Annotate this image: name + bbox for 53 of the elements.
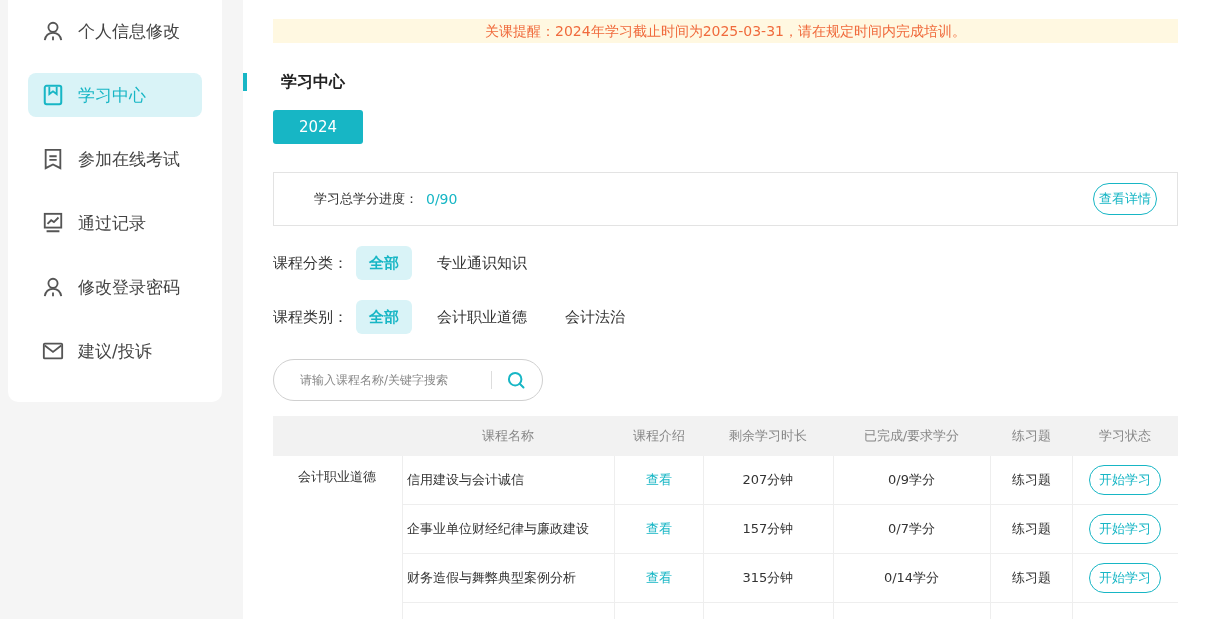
start-button[interactable]: 开始学习 (1089, 465, 1162, 495)
filter-option[interactable]: 专业通识知识 (424, 246, 540, 280)
start-button[interactable]: 开始学习 (1089, 563, 1162, 593)
view-link[interactable]: 查看 (645, 521, 672, 536)
sidebar-item[interactable]: 修改登录密码 (28, 265, 202, 309)
bookmark-icon (42, 84, 64, 106)
table-cell: 0/9学分 (833, 456, 990, 505)
column-header: 练习题 (990, 416, 1072, 456)
view-link[interactable]: 查看 (645, 570, 672, 585)
search-icon[interactable] (506, 370, 526, 390)
sidebar-item[interactable]: 建议/投诉 (28, 329, 202, 373)
chart-monitor-icon (42, 212, 64, 234)
search-field[interactable]: 请输入课程名称/关键字搜索 (273, 359, 543, 401)
table-cell: 会计职业道德 (273, 456, 402, 619)
view-link[interactable]: 查看 (645, 472, 672, 487)
mail-icon (42, 340, 64, 362)
table-cell: 315分钟 (703, 553, 833, 603)
table-cell: 财务造假与舞弊典型案例分析 (402, 553, 614, 603)
column-header: 剩余学习时长 (703, 416, 833, 456)
details-button[interactable]: 查看详情 (1093, 183, 1157, 215)
person-icon (42, 20, 64, 42)
filter-option[interactable]: 会计法治 (552, 300, 638, 334)
filter-option[interactable]: 全部 (356, 300, 412, 334)
progress-label: 学习总学分进度： (314, 190, 418, 208)
column-header: 学习状态 (1072, 416, 1178, 456)
section-title: 学习中心 (281, 71, 345, 93)
filter-option[interactable]: 全部 (356, 246, 412, 280)
table-cell: 0/14学分 (833, 553, 990, 603)
table-cell: 练习题 (990, 553, 1072, 603)
title-accent-bar (243, 73, 247, 91)
year-tab[interactable]: 2024 (273, 110, 363, 144)
progress-value: 0/90 (426, 191, 458, 207)
sidebar-item[interactable]: 参加在线考试 (28, 137, 202, 181)
table-cell: 练习题 (990, 504, 1072, 554)
table-cell: 练习题 (990, 456, 1072, 505)
notice-banner: 关课提醒：2024年学习截止时间为2025-03-31，请在规定时间内完成培训。 (273, 19, 1178, 43)
document-icon (42, 148, 64, 170)
filter-option[interactable]: 会计职业道德 (424, 300, 540, 334)
table-cell: 157分钟 (703, 504, 833, 554)
table-cell: 0/7学分 (833, 504, 990, 554)
table-cell: 信用建设与会计诚信 (402, 456, 614, 505)
start-button[interactable]: 开始学习 (1089, 514, 1162, 544)
table-cell: 企事业单位财经纪律与廉政建设 (402, 504, 614, 554)
filter-label: 课程分类： (273, 253, 348, 273)
person-icon (42, 276, 64, 298)
sidebar-item[interactable]: 学习中心 (28, 73, 202, 117)
column-header: 课程介绍 (614, 416, 703, 456)
column-header: 课程名称 (402, 416, 614, 456)
column-header: 已完成/要求学分 (833, 416, 990, 456)
table-cell: 207分钟 (703, 456, 833, 505)
sidebar-item[interactable]: 通过记录 (28, 201, 202, 245)
filter-label: 课程类别： (273, 307, 348, 327)
sidebar-item[interactable]: 个人信息修改 (28, 9, 202, 53)
